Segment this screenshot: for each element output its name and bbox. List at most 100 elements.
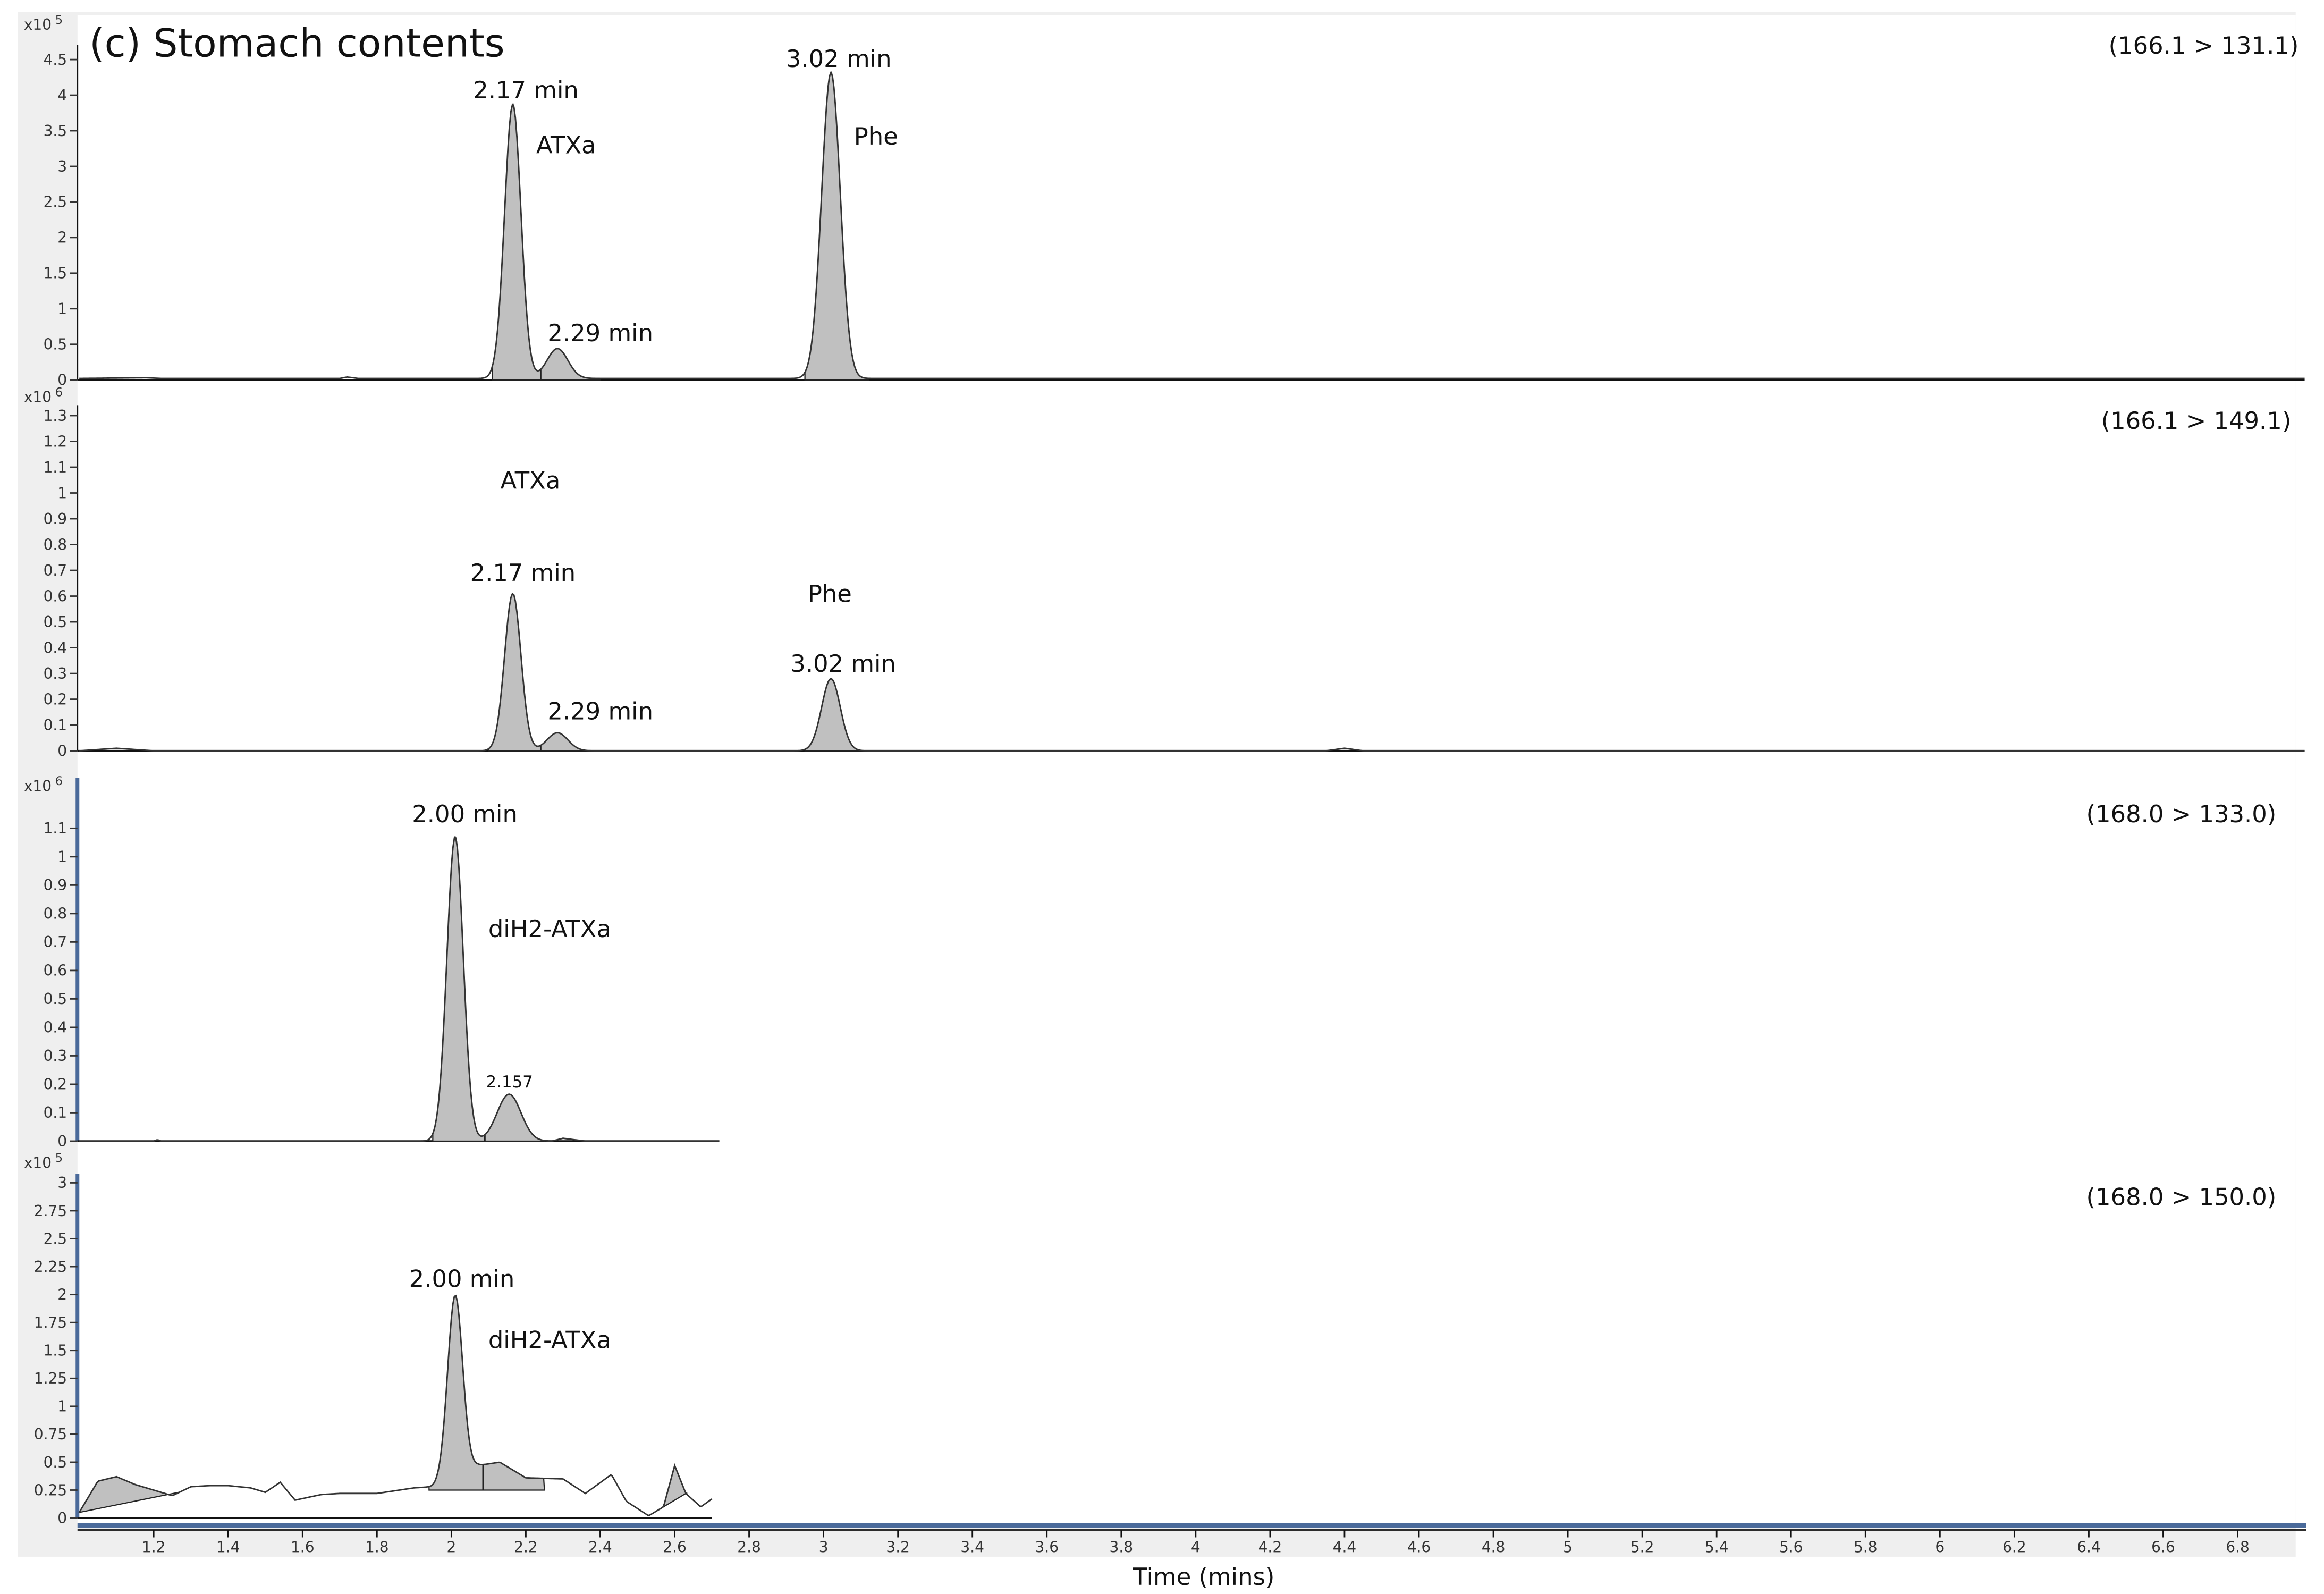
- peak-annotation: 3.02 min: [790, 650, 896, 678]
- y-tick-label: 2: [57, 229, 67, 247]
- y-scale-label: x10: [24, 1154, 52, 1171]
- peak-annotation: Phe: [854, 122, 898, 150]
- y-tick-label: 0.9: [44, 510, 67, 528]
- y-tick-label: 3.5: [44, 122, 67, 140]
- x-tick-label: 6.4: [2077, 1539, 2101, 1556]
- transition-label: (166.1 > 149.1): [2101, 407, 2292, 435]
- y-tick-label: 1.5: [44, 265, 67, 282]
- x-tick-label: 3.2: [886, 1539, 910, 1556]
- y-tick-label: 2.5: [44, 193, 67, 211]
- y-tick-label: 0.6: [44, 587, 67, 605]
- peak-annotation: 2.17 min: [473, 76, 579, 104]
- x-tick-label: 1.6: [291, 1539, 315, 1556]
- y-tick-label: 0.2: [44, 690, 67, 708]
- y-tick-label: 0.3: [44, 665, 67, 682]
- x-tick-label: 4.2: [1258, 1539, 1282, 1556]
- y-tick-label: 0.6: [44, 962, 67, 980]
- y-tick-label: 1: [57, 484, 67, 502]
- y-tick-label: 4.5: [44, 51, 67, 69]
- y-tick-label: 1: [57, 300, 67, 318]
- y-tick-label: 1.25: [34, 1370, 67, 1387]
- y-tick-label: 0.5: [44, 613, 67, 631]
- y-tick-label: 1: [57, 848, 67, 866]
- x-tick-label: 6.2: [2002, 1539, 2026, 1556]
- y-scale-label: x10: [24, 389, 52, 406]
- x-tick-label: 5.4: [1705, 1539, 1729, 1556]
- x-tick-label: 5.2: [1630, 1539, 1654, 1556]
- y-tick-label: 0.1: [44, 1104, 67, 1121]
- y-tick-label: 0.7: [44, 933, 67, 951]
- y-tick-label: 0.5: [44, 1454, 67, 1471]
- x-tick-label: 6.8: [2226, 1539, 2250, 1556]
- y-tick-label: 2: [57, 1286, 67, 1303]
- y-tick-label: 0: [57, 1133, 67, 1150]
- figure-title: (c) Stomach contents: [89, 21, 504, 66]
- x-axis-label: Time (mins): [1133, 1563, 1275, 1591]
- peak-annotation: 2.00 min: [412, 800, 518, 828]
- y-tick-label: 1.1: [44, 820, 67, 837]
- peak-annotation: ATXa: [536, 131, 596, 159]
- x-tick-label: 1.2: [142, 1539, 166, 1556]
- peak-annotation: diH2-ATXa: [488, 1326, 611, 1354]
- y-tick-label: 0.9: [44, 876, 67, 894]
- x-tick-label: 5.8: [1854, 1539, 1878, 1556]
- y-tick-label: 1.1: [44, 459, 67, 476]
- x-tick-label: 6: [1935, 1539, 1945, 1556]
- y-scale-exponent: 6: [55, 386, 63, 400]
- peak-annotation: 2.29 min: [547, 319, 653, 347]
- x-tick-label: 3.6: [1035, 1539, 1059, 1556]
- y-scale-label: x10: [24, 16, 52, 33]
- y-tick-label: 2.5: [44, 1230, 67, 1247]
- y-tick-label: 1.5: [44, 1342, 67, 1360]
- y-tick-label: 0.2: [44, 1076, 67, 1093]
- x-tick-label: 5.6: [1779, 1539, 1803, 1556]
- y-scale-exponent: 6: [55, 774, 63, 788]
- peak-annotation: 2.29 min: [547, 697, 653, 726]
- x-tick-label: 6.6: [2151, 1539, 2175, 1556]
- y-tick-label: 1: [57, 1398, 67, 1415]
- x-tick-label: 5: [1563, 1539, 1573, 1556]
- y-tick-label: 0.8: [44, 905, 67, 923]
- x-tick-label: 2.4: [588, 1539, 612, 1556]
- x-tick-label: 3: [819, 1539, 829, 1556]
- x-tick-label: 2.6: [663, 1539, 687, 1556]
- y-tick-label: 0.75: [34, 1426, 67, 1443]
- x-tick-label: 4.6: [1407, 1539, 1431, 1556]
- x-tick-label: 3.4: [960, 1539, 984, 1556]
- plot-background: [77, 15, 2296, 1526]
- y-tick-label: 1.75: [34, 1314, 67, 1331]
- transition-label: (168.0 > 150.0): [2086, 1183, 2277, 1211]
- y-tick-label: 0.7: [44, 562, 67, 579]
- peak-annotation: 2.17 min: [470, 559, 576, 587]
- y-tick-label: 0.4: [44, 639, 67, 656]
- x-tick-label: 4: [1191, 1539, 1201, 1556]
- x-tick-label: 4.8: [1482, 1539, 1506, 1556]
- transition-label: (166.1 > 131.1): [2109, 31, 2299, 60]
- y-tick-label: 1.2: [44, 433, 67, 450]
- peak-annotation: 2.157: [486, 1073, 533, 1092]
- peak-annotation: Phe: [808, 579, 852, 608]
- chromatogram-figure: (c) Stomach contents 0 0.5 1 1.5 2 2.5 3 3.5 4 4.…: [18, 12, 2306, 1591]
- y-tick-label: 4: [57, 87, 67, 104]
- y-tick-label: 0: [57, 1509, 67, 1527]
- x-tick-label: 4.4: [1333, 1539, 1357, 1556]
- x-tick-label: 2: [446, 1539, 456, 1556]
- y-scale-exponent: 5: [55, 13, 63, 27]
- peak-annotation: ATXa: [501, 466, 561, 494]
- y-tick-label: 0.3: [44, 1047, 67, 1065]
- peak-annotation: 2.00 min: [409, 1265, 515, 1293]
- y-tick-label: 3: [57, 1174, 67, 1192]
- y-tick-label: 2.75: [34, 1202, 67, 1220]
- y-tick-label: 0.25: [34, 1481, 67, 1499]
- x-tick-label: 2.8: [737, 1539, 761, 1556]
- x-tick-label: 1.8: [365, 1539, 389, 1556]
- y-tick-label: 0: [57, 742, 67, 760]
- peak-annotation: 3.02 min: [786, 45, 892, 73]
- y-tick-label: 0.5: [44, 990, 67, 1008]
- y-tick-label: 1.3: [44, 407, 67, 425]
- y-tick-label: 0.8: [44, 536, 67, 553]
- x-tick-label: 2.2: [514, 1539, 538, 1556]
- peak-annotation: diH2-ATXa: [488, 915, 611, 943]
- x-tick-label: 3.8: [1110, 1539, 1134, 1556]
- y-tick-label: 0.5: [44, 336, 67, 353]
